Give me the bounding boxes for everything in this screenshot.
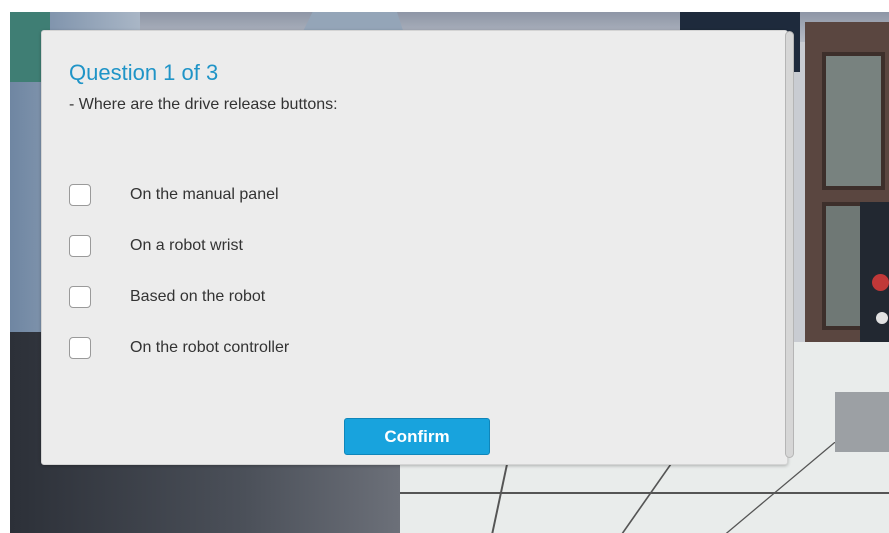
checkbox-icon[interactable]: [69, 286, 91, 308]
scrollbar-thumb[interactable]: [785, 31, 794, 458]
answer-option-label: On a robot wrist: [130, 237, 243, 254]
checkbox-icon[interactable]: [69, 235, 91, 257]
scene-emergency-button: [872, 274, 889, 291]
answer-option-manual-panel[interactable]: On the manual panel: [69, 184, 569, 212]
question-text: - Where are the drive release buttons:: [69, 96, 338, 113]
confirm-button[interactable]: Confirm: [344, 418, 490, 455]
answer-option-label: On the robot controller: [130, 339, 290, 356]
dialog-scrollbar[interactable]: [782, 31, 796, 461]
answer-option-robot-wrist[interactable]: On a robot wrist: [69, 235, 569, 263]
checkbox-icon[interactable]: [69, 184, 91, 206]
scene-cabinet-knob: [876, 312, 888, 324]
scene-floor-line: [390, 492, 889, 494]
checkbox-icon[interactable]: [69, 337, 91, 359]
answer-option-robot-controller[interactable]: On the robot controller: [69, 337, 569, 365]
answer-option-based-on-robot[interactable]: Based on the robot: [69, 286, 569, 314]
scene-door-window-upper: [822, 52, 885, 190]
scene-gray-box: [835, 392, 889, 452]
question-counter-title: Question 1 of 3: [69, 60, 219, 85]
answer-option-label: On the manual panel: [130, 186, 279, 203]
answer-option-label: Based on the robot: [130, 288, 266, 305]
